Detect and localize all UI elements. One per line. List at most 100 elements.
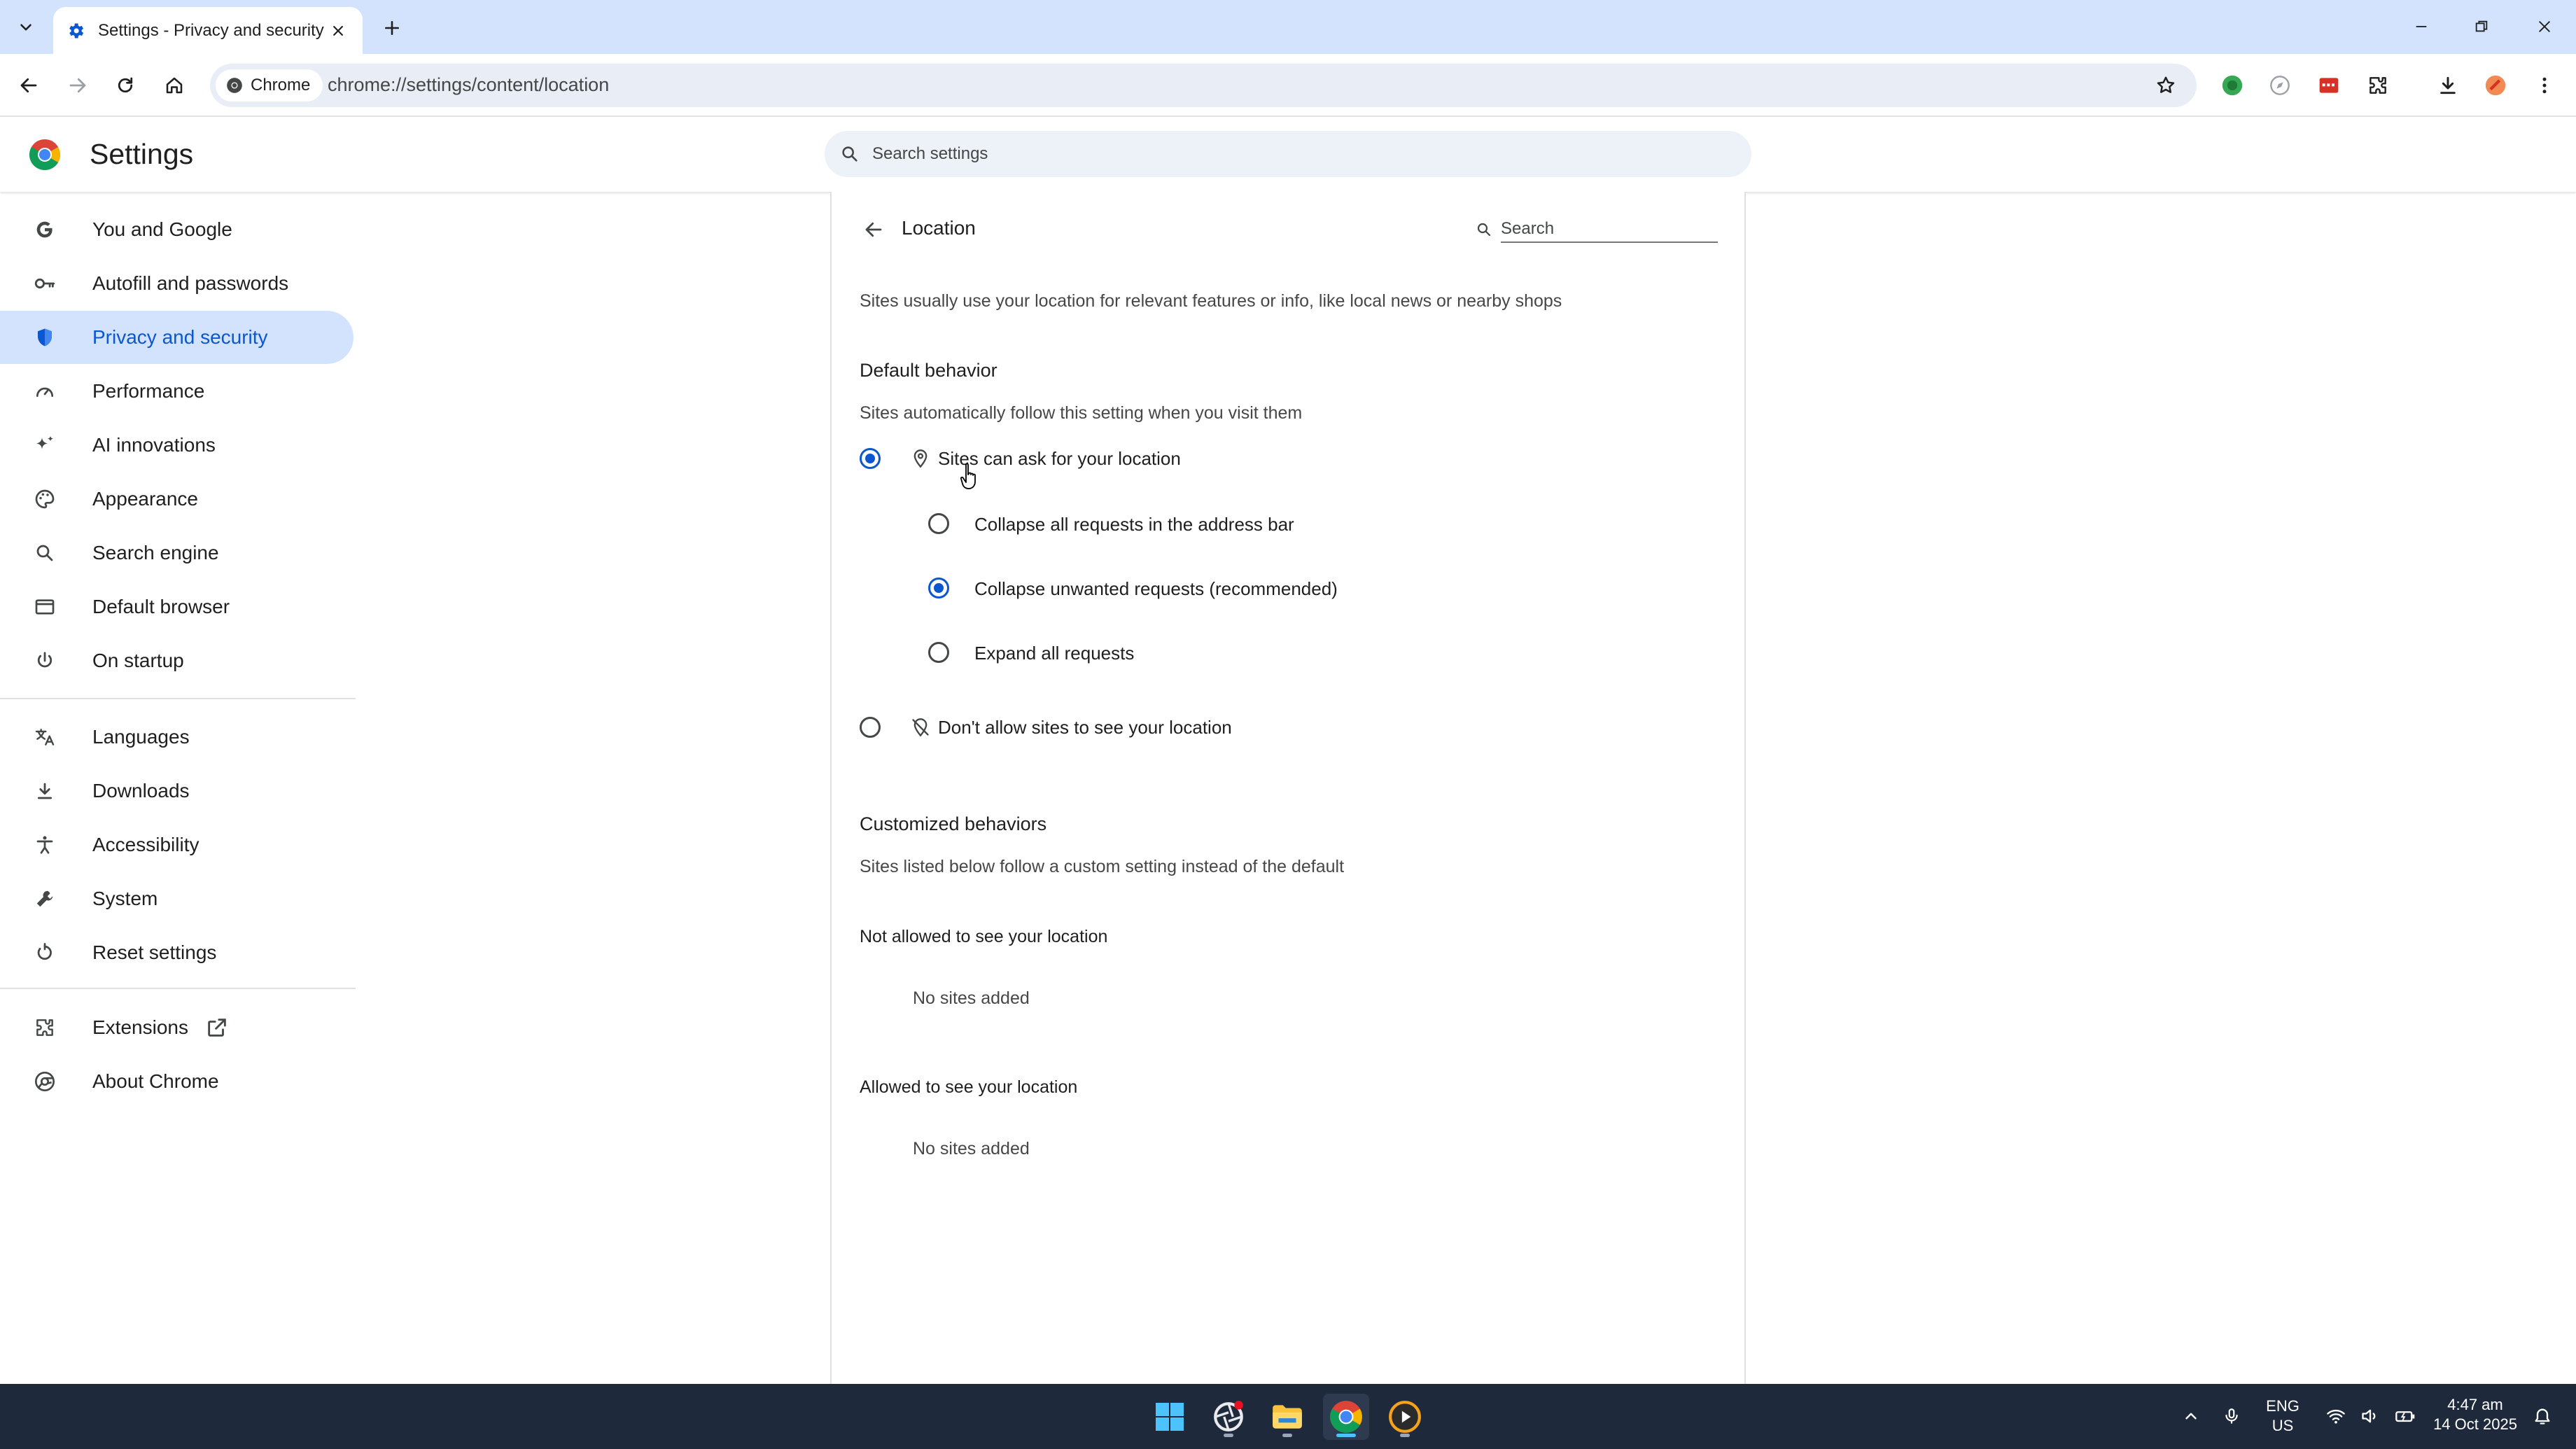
sidebar-item-extensions[interactable]: Extensions [0,1001,354,1054]
home-button[interactable] [157,68,192,103]
close-window-button[interactable] [2520,8,2569,45]
location-intro: Sites usually use your location for rele… [860,291,1562,311]
microphone-button[interactable] [2218,1401,2246,1432]
extensions-button[interactable] [2360,68,2395,103]
reload-icon [118,77,133,93]
show-hidden-icons-button[interactable] [2177,1401,2205,1432]
sidebar-item-default-browser[interactable]: Default browser [0,580,354,634]
radio-collapse-unwanted[interactable] [928,578,949,598]
sidebar-item-reset-settings[interactable]: Reset settings [0,926,354,979]
tab-title: Settings - Privacy and security [98,20,324,40]
bookmark-button[interactable] [2149,69,2183,102]
extension-compass-button[interactable] [2262,68,2297,103]
active-tab[interactable]: Settings - Privacy and security [53,7,363,54]
back-to-site-settings-button[interactable] [857,213,890,246]
arrow-right-icon [69,78,86,93]
downloads-button[interactable] [2430,68,2465,103]
restore-icon [2475,20,2488,32]
option-dont-allow-label[interactable]: Don't allow sites to see your location [938,717,1232,738]
address-bar[interactable]: Chrome chrome://settings/content/locatio… [210,64,2197,107]
windows-logo-icon [1156,1403,1184,1431]
sidebar-item-privacy-and-security[interactable]: Privacy and security [0,311,354,364]
menu-button[interactable] [2527,68,2562,103]
language-indicator[interactable]: ENG US [2258,1396,2307,1436]
taskbar-app-copilot[interactable] [1205,1394,1252,1440]
extension-red-button[interactable] [2311,68,2346,103]
folder-icon [1273,1405,1302,1429]
red-extension-icon [2319,78,2339,93]
radio-expand-all[interactable] [928,642,949,663]
reload-button[interactable] [108,68,143,103]
sidebar-item-label: Accessibility [92,834,200,855]
sidebar-item-about-chrome[interactable]: About Chrome [0,1055,354,1108]
subpage-search-input[interactable] [1501,216,1718,243]
site-info-chip[interactable]: Chrome [216,69,323,102]
search-settings-input[interactable] [871,144,1711,164]
browser-window-icon [32,594,57,620]
radio-dont-allow[interactable] [860,717,881,738]
sidebar-item-performance[interactable]: Performance [0,365,354,418]
sub-option-expand-all-label[interactable]: Expand all requests [974,643,1134,664]
profile-button[interactable] [2478,68,2513,103]
subpage-search[interactable] [1476,211,1848,248]
sidebar-item-system[interactable]: System [0,872,354,925]
extension-green-button[interactable] [2215,68,2250,103]
new-tab-button[interactable] [375,11,409,45]
open-in-new-icon [205,1016,229,1040]
sidebar-divider [0,698,356,699]
sidebar-item-languages[interactable]: Languages [0,710,354,764]
tab-search-button[interactable] [8,10,43,45]
translate-icon [32,724,57,750]
sidebar-item-label: Performance [92,380,205,402]
url-text[interactable]: chrome://settings/content/location [328,74,609,96]
radio-sites-can-ask[interactable] [860,448,881,469]
settings-header: Settings [0,117,2576,192]
sidebar-item-search-engine[interactable]: Search engine [0,526,354,580]
location-pin-icon [909,447,932,470]
sidebar-item-label: You and Google [92,218,232,240]
play-icon [1389,1401,1421,1433]
radio-collapse-all[interactable] [928,513,949,534]
sidebar-item-you-and-google[interactable]: You and Google [0,203,354,256]
search-settings-box[interactable] [825,131,1751,177]
taskbar-app-file-explorer[interactable] [1264,1394,1310,1440]
sidebar-item-ai-innovations[interactable]: AI innovations [0,419,354,472]
minimize-icon [2416,26,2427,27]
sidebar-item-downloads[interactable]: Downloads [0,764,354,818]
customized-behaviors-heading: Customized behaviors [860,813,1047,834]
minimize-button[interactable] [2397,8,2446,45]
puzzle-icon [32,1015,57,1040]
sidebar-item-label: AI innovations [92,434,216,456]
download-icon [2440,76,2456,94]
not-allowed-empty: No sites added [913,988,1030,1008]
start-button[interactable] [1147,1394,1193,1440]
taskbar-app-chrome[interactable] [1323,1394,1369,1440]
download-icon [32,778,57,804]
sidebar-item-accessibility[interactable]: Accessibility [0,818,354,872]
notifications-button[interactable] [2527,1401,2558,1432]
not-allowed-heading: Not allowed to see your location [860,927,1108,946]
sidebar-item-label: About Chrome [92,1070,219,1092]
wrench-icon [32,886,57,911]
sub-option-collapse-unwanted-label[interactable]: Collapse unwanted requests (recommended) [974,578,1338,600]
sidebar-item-appearance[interactable]: Appearance [0,472,354,526]
taskbar-app-media-player[interactable] [1382,1394,1428,1440]
region-code: US [2272,1417,2294,1434]
sidebar-item-label: On startup [92,650,184,671]
browser-toolbar: Chrome chrome://settings/content/locatio… [0,54,2576,117]
sidebar-item-label: Default browser [92,596,230,617]
clock[interactable]: 4:47 am 14 Oct 2025 [2426,1395,2524,1434]
sidebar-item-autofill[interactable]: Autofill and passwords [0,257,354,310]
power-icon [32,648,57,673]
sub-option-collapse-all-label[interactable]: Collapse all requests in the address bar [974,514,1294,536]
palette-icon [32,486,57,512]
restore-button[interactable] [2457,8,2506,45]
sidebar-item-label: System [92,888,158,909]
close-tab-button[interactable] [326,19,350,43]
google-g-icon [32,217,57,242]
search-icon [842,146,858,162]
forward-button[interactable] [60,68,95,103]
quick-settings-button[interactable] [2318,1399,2423,1433]
sidebar-item-on-startup[interactable]: On startup [0,634,354,687]
back-button[interactable] [11,68,46,103]
